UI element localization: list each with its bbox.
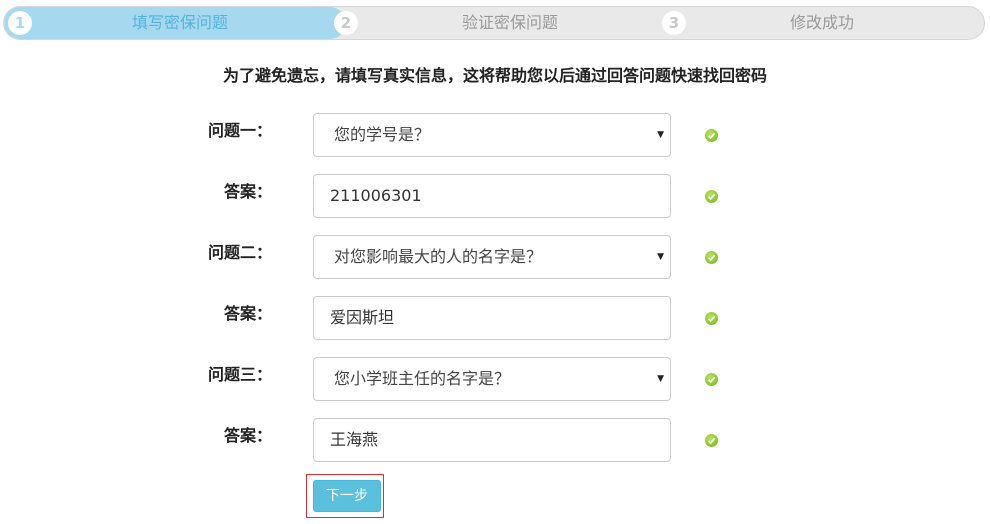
question-3-row: 问题三： 您小学班主任的名字是？ ▼ [0, 357, 990, 403]
check-icon [705, 129, 718, 142]
check-icon [705, 251, 718, 264]
question-2-selected: 对您影响最大的人的名字是？ [334, 247, 543, 266]
answer-3-value: 王海燕 [330, 430, 379, 449]
progress-steps: 1 填写密保问题 2 验证密保问题 3 修改成功 [3, 6, 985, 40]
question-1-row: 问题一： 您的学号是？ ▼ [0, 113, 990, 159]
check-icon [705, 434, 718, 447]
next-button[interactable]: 下一步 [313, 480, 381, 512]
answer-2-row: 答案： 爱因斯坦 [0, 296, 990, 342]
question-3-selected: 您小学班主任的名字是？ [334, 369, 511, 388]
step-1-label: 填写密保问题 [132, 13, 229, 32]
step-1: 1 填写密保问题 [4, 7, 346, 39]
answer-1-label: 答案： [223, 182, 272, 201]
step-3-number: 3 [662, 11, 686, 35]
question-3-select[interactable]: 您小学班主任的名字是？ ▼ [313, 357, 671, 401]
question-2-select[interactable]: 对您影响最大的人的名字是？ ▼ [313, 235, 671, 279]
answer-3-label: 答案： [223, 426, 272, 445]
answer-1-input[interactable]: 211006301 [313, 174, 671, 218]
answer-1-value: 211006301 [330, 186, 422, 205]
step-3: 3 修改成功 [658, 7, 984, 39]
answer-2-label: 答案： [223, 304, 272, 323]
check-icon [705, 190, 718, 203]
chevron-down-icon: ▼ [657, 374, 664, 384]
step-2-label: 验证密保问题 [462, 13, 559, 32]
question-3-label: 问题三： [207, 365, 272, 384]
question-2-label: 问题二： [207, 243, 272, 262]
question-1-label: 问题一： [207, 121, 272, 140]
answer-3-row: 答案： 王海燕 [0, 418, 990, 464]
step-1-number: 1 [8, 11, 32, 35]
chevron-down-icon: ▼ [657, 252, 664, 262]
answer-2-input[interactable]: 爱因斯坦 [313, 296, 671, 340]
step-2: 2 验证密保问题 [330, 7, 660, 39]
answer-2-value: 爱因斯坦 [330, 308, 395, 327]
intro-text: 为了避免遗忘，请填写真实信息，这将帮助您以后通过回答问题快速找回密码 [222, 66, 767, 85]
check-icon [705, 312, 718, 325]
step-3-label: 修改成功 [790, 13, 855, 32]
chevron-down-icon: ▼ [657, 130, 664, 140]
question-2-row: 问题二： 对您影响最大的人的名字是？ ▼ [0, 235, 990, 281]
answer-1-row: 答案： 211006301 [0, 174, 990, 220]
step-2-number: 2 [334, 11, 358, 35]
question-1-select[interactable]: 您的学号是？ ▼ [313, 113, 671, 157]
answer-3-input[interactable]: 王海燕 [313, 418, 671, 462]
check-icon [705, 373, 718, 386]
question-1-selected: 您的学号是？ [334, 125, 431, 144]
